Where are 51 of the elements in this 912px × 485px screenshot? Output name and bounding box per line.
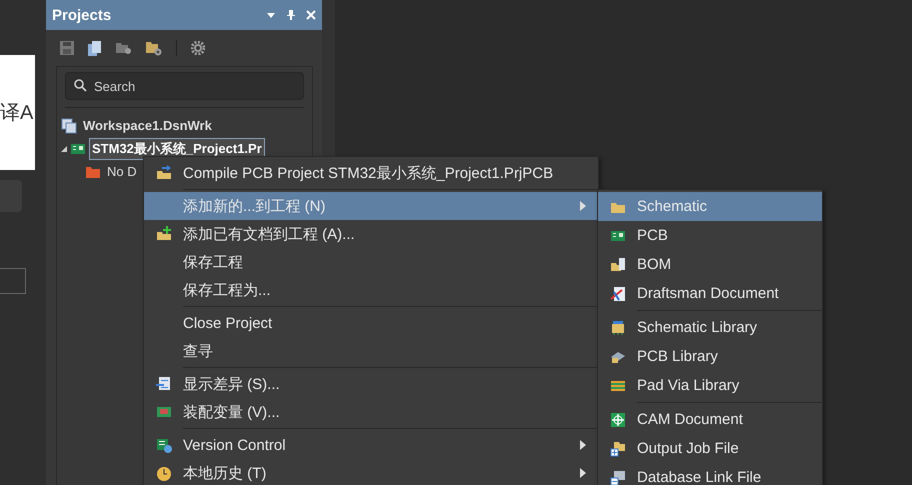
menu-item[interactable]: CAM Document <box>598 405 822 434</box>
menu-item[interactable]: PCB Library <box>598 342 822 371</box>
clock-icon <box>156 465 172 481</box>
menu-item[interactable]: 装配变量 (V)... <box>144 398 598 426</box>
circuit-board-icon <box>156 404 172 420</box>
library-icon <box>610 320 626 336</box>
menu-item[interactable]: PCB <box>598 221 822 250</box>
menu-item[interactable]: BOM <box>598 250 822 279</box>
tree-item[interactable]: Workspace1.DsnWrk <box>80 116 215 135</box>
expand-arrow-icon[interactable] <box>61 146 67 152</box>
menu-item[interactable]: 查寻 <box>144 337 598 365</box>
menu-item[interactable]: 显示差异 (S)... <box>144 370 598 398</box>
grid-icon <box>610 412 626 428</box>
documents-icon[interactable] <box>88 40 102 56</box>
menu-item[interactable]: 保存工程 <box>144 248 598 276</box>
menu-item[interactable]: 本地历史 (T) <box>144 459 598 485</box>
close-icon[interactable] <box>306 10 316 20</box>
search-field[interactable]: Search <box>65 72 304 100</box>
menu-item[interactable]: Compile PCB Project STM32最小系统_Project1.PrjPCB <box>144 159 598 187</box>
menu-item[interactable]: Database Link File <box>598 463 822 485</box>
folder-search-icon[interactable] <box>116 41 132 55</box>
search-icon <box>74 79 87 92</box>
settings-icon[interactable] <box>191 41 205 55</box>
document-icon <box>156 376 172 392</box>
menu-item[interactable]: 添加已有文档到工程 (A)... <box>144 220 598 248</box>
menu-item[interactable]: Close Project <box>144 309 598 337</box>
database-icon <box>610 470 626 485</box>
menu-item[interactable]: Pad Via Library <box>598 371 822 400</box>
document-clock-icon <box>156 437 172 453</box>
pin-icon[interactable] <box>286 10 296 20</box>
submenu-arrow-icon <box>580 201 586 211</box>
panel-title: Projects <box>52 6 112 24</box>
folder-document-icon <box>610 256 626 272</box>
menu-item[interactable]: Schematic Library <box>598 313 822 342</box>
submenu-arrow-icon <box>580 468 586 478</box>
folder-gear-icon[interactable] <box>146 40 162 56</box>
menu-item[interactable]: Version Control <box>144 431 598 459</box>
submenu-arrow-icon <box>580 440 586 450</box>
tree-item[interactable]: STM32最小系统_Project1.Pr <box>89 138 265 160</box>
menu-item[interactable]: Draftsman Document <box>598 279 822 308</box>
folder-arrow-icon <box>156 165 172 181</box>
folder-plus-icon <box>610 440 626 456</box>
card-text: 译A <box>0 101 34 126</box>
save-icon[interactable] <box>60 41 74 55</box>
folder-plus-icon <box>156 226 172 242</box>
tree-item[interactable]: No D <box>104 162 140 181</box>
workspace-icon <box>61 118 77 134</box>
document-icon <box>610 286 626 302</box>
menu-item[interactable]: 保存工程为... <box>144 276 598 304</box>
menu-item[interactable]: Output Job File <box>598 434 822 463</box>
dropdown-icon[interactable] <box>266 10 276 20</box>
